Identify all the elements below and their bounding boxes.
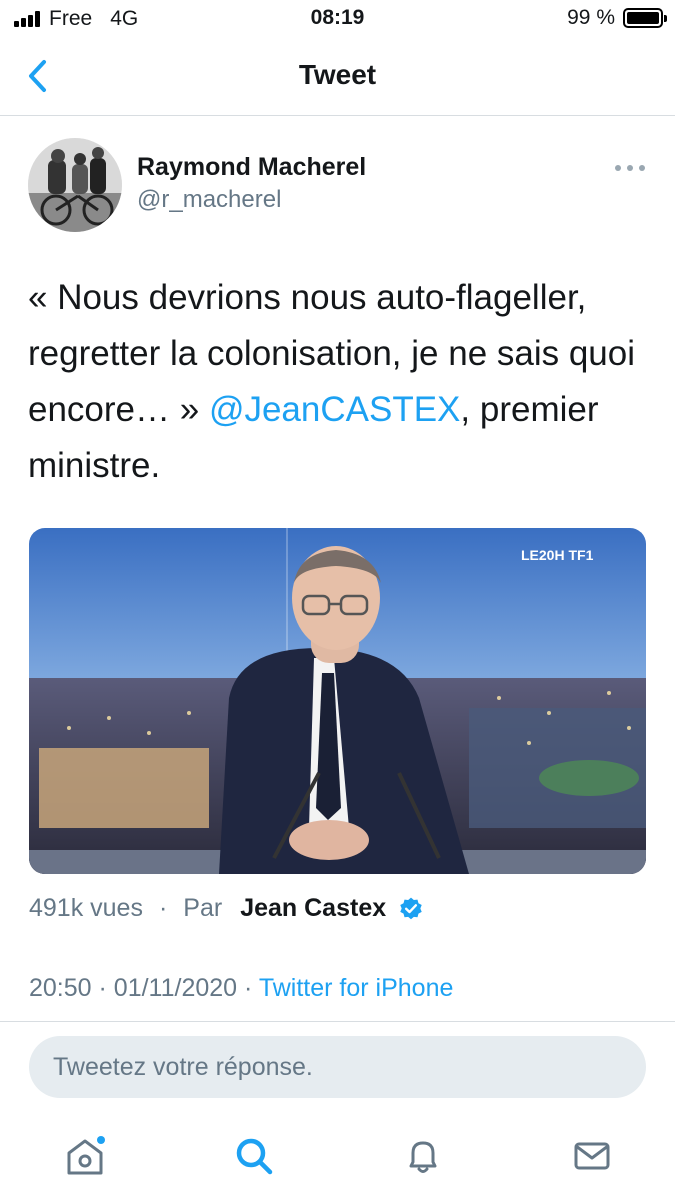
battery-percent: 99 % [567,6,615,29]
separator: · [98,974,114,1002]
more-dot-icon [627,165,633,171]
reply-input[interactable]: Tweetez votre réponse. [29,1036,646,1098]
tweet-video[interactable]: LE20H TF1 [29,528,646,874]
more-dot-icon [615,165,621,171]
battery-icon [623,8,667,28]
status-bar: Free 4G 08:19 99 % [0,0,675,38]
tweet-date: 01/11/2020 [113,974,238,1002]
avatar[interactable] [28,138,122,232]
by-label: Par [183,894,223,922]
page-title: Tweet [298,59,377,90]
mail-icon [574,1142,610,1170]
views-count: 491k vues [29,894,143,922]
bell-icon [409,1141,437,1173]
tweet-text: « Nous devrions nous auto-flageller, reg… [28,270,650,494]
channel-logo: LE20H TF1 [521,547,594,563]
separator: · [158,894,168,922]
more-options-button[interactable] [615,158,645,178]
more-dot-icon [639,165,645,171]
search-icon [236,1138,273,1175]
home-icon [67,1136,105,1175]
views-row: 491k vues · Par Jean Castex [29,894,424,923]
author-name[interactable]: Raymond Macherel [137,153,366,182]
tweet-time: 20:50 [29,974,92,1002]
divider [0,1021,675,1022]
author-handle[interactable]: @r_macherel [137,186,281,214]
video-owner-link[interactable]: Jean Castex [240,894,386,923]
verified-badge-icon [400,897,422,919]
tab-bar [0,1110,675,1200]
tab-home[interactable] [59,1130,111,1182]
mention-link[interactable]: @JeanCASTEX [209,390,460,429]
tab-messages[interactable] [566,1130,618,1182]
tab-search[interactable] [228,1130,280,1182]
tab-notifications[interactable] [397,1130,449,1182]
tweet-source-link[interactable]: Twitter for iPhone [259,974,454,1002]
timestamp-row: 20:50 · 01/11/2020 · Twitter for iPhone [29,974,453,1003]
nav-bar: Tweet [0,38,675,116]
status-right: 99 % [567,6,667,30]
separator: · [244,974,259,1002]
